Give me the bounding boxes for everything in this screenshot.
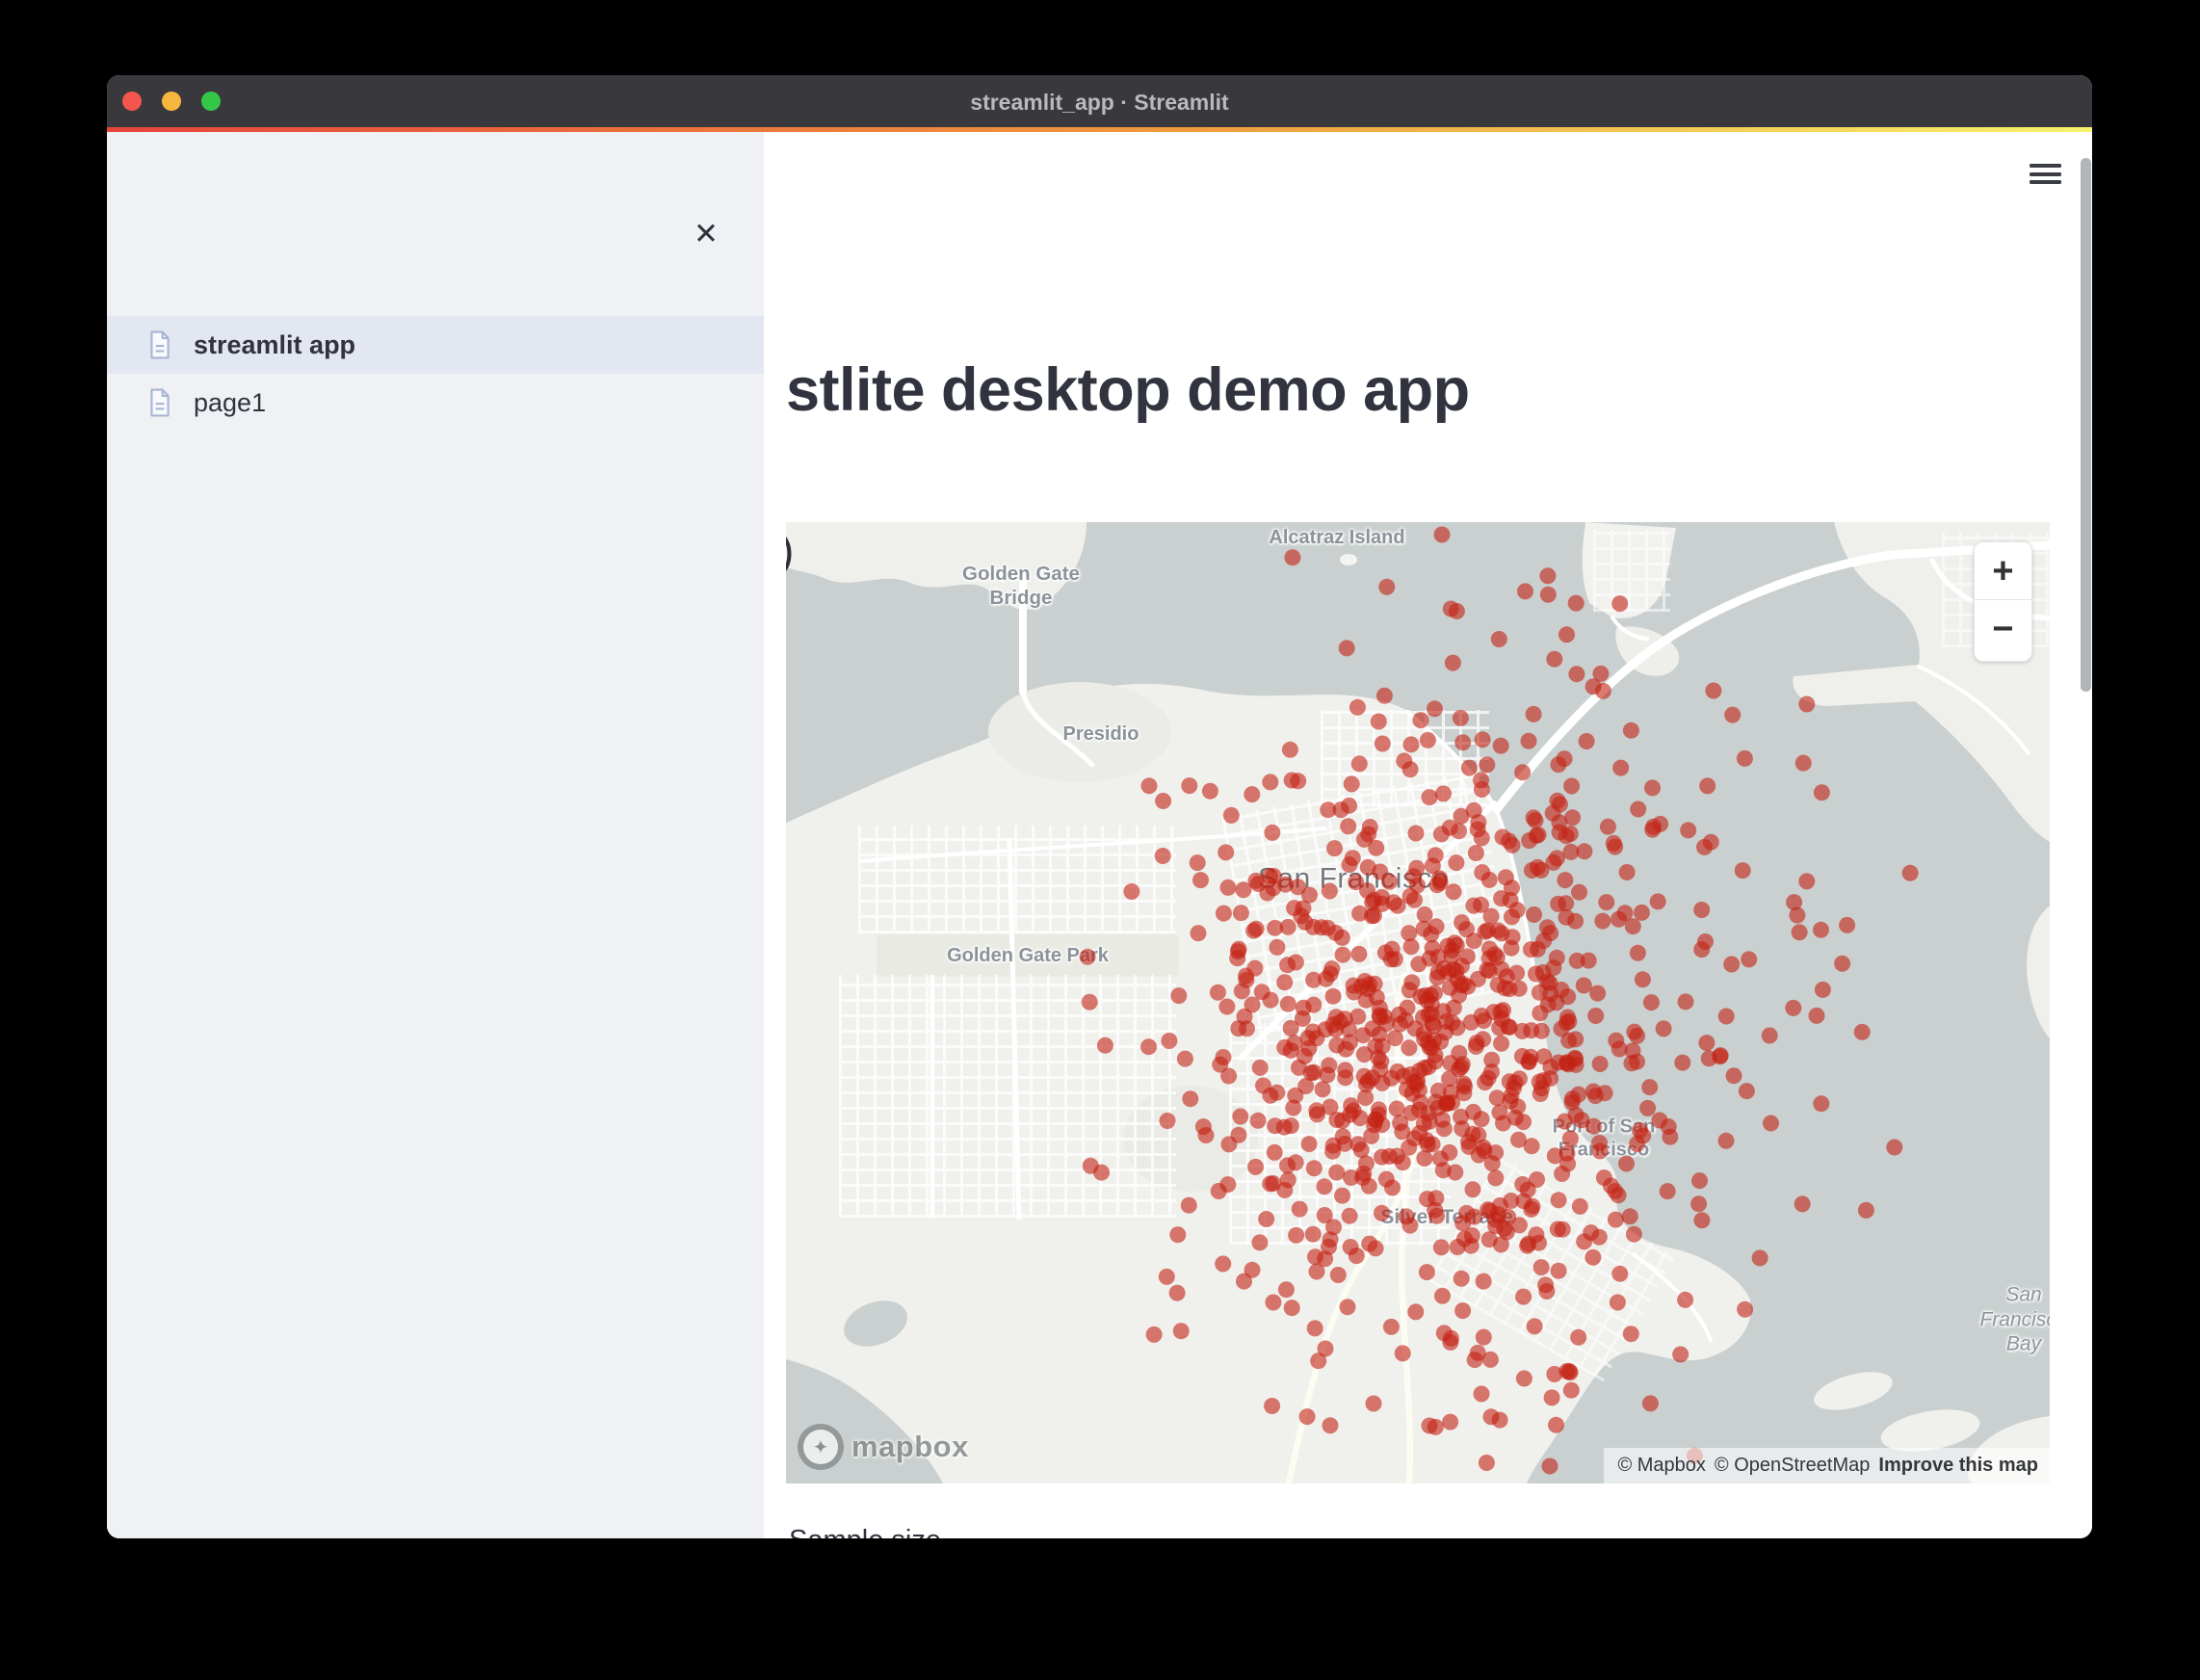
screenshot-stage: streamlit_app · Streamlit ✕ [0, 0, 2200, 1680]
mapbox-logo-icon: ✦ [798, 1424, 844, 1470]
sidebar-item-page1[interactable]: page1 [107, 374, 764, 432]
mapbox-wordmark: mapbox [851, 1430, 969, 1464]
titlebar: streamlit_app · Streamlit [107, 75, 2092, 127]
close-icon: ✕ [694, 217, 719, 250]
app-window: streamlit_app · Streamlit ✕ [107, 75, 2092, 1538]
sidebar-item-label: streamlit app [194, 330, 355, 360]
plus-icon: + [1992, 551, 2013, 591]
zoom-out-button[interactable]: − [1975, 600, 2031, 658]
attribution-osm-link[interactable]: © OpenStreetMap [1715, 1455, 1870, 1477]
vertical-scrollbar-thumb[interactable] [2081, 158, 2091, 692]
sample-size-label: Sample size [789, 1525, 941, 1538]
page-title: stlite desktop demo app [786, 355, 1470, 425]
map-canvas[interactable]: Alcatraz IslandGolden Gate BridgePresidi… [786, 522, 2050, 1483]
sidebar-close-button[interactable]: ✕ [685, 213, 727, 255]
document-icon [147, 388, 172, 417]
document-icon [147, 330, 172, 359]
mapbox-logo[interactable]: ✦ mapbox [798, 1424, 969, 1470]
sidebar-item-streamlit-app[interactable]: streamlit app [107, 316, 764, 374]
minus-icon: − [1992, 609, 2013, 649]
improve-this-map-link[interactable]: Improve this map [1878, 1455, 2038, 1476]
stray-character: ) [786, 524, 794, 576]
map-zoom-control: + − [1974, 541, 2032, 662]
zoom-in-button[interactable]: + [1975, 542, 2031, 600]
map-base-layer [786, 522, 2050, 1483]
main-content: stlite desktop demo app [764, 132, 2092, 1538]
sidebar: ✕ streamlit app [107, 132, 764, 1538]
sidebar-nav: streamlit app page1 [107, 316, 764, 432]
main-menu-button[interactable] [2024, 157, 2068, 196]
sidebar-item-label: page1 [194, 388, 266, 418]
attribution-mapbox-link[interactable]: © Mapbox [1617, 1455, 1705, 1477]
hamburger-icon [2030, 164, 2061, 168]
window-title: streamlit_app · Streamlit [107, 75, 2092, 127]
map-attribution: © Mapbox © OpenStreetMap Improve this ma… [1604, 1448, 2050, 1483]
